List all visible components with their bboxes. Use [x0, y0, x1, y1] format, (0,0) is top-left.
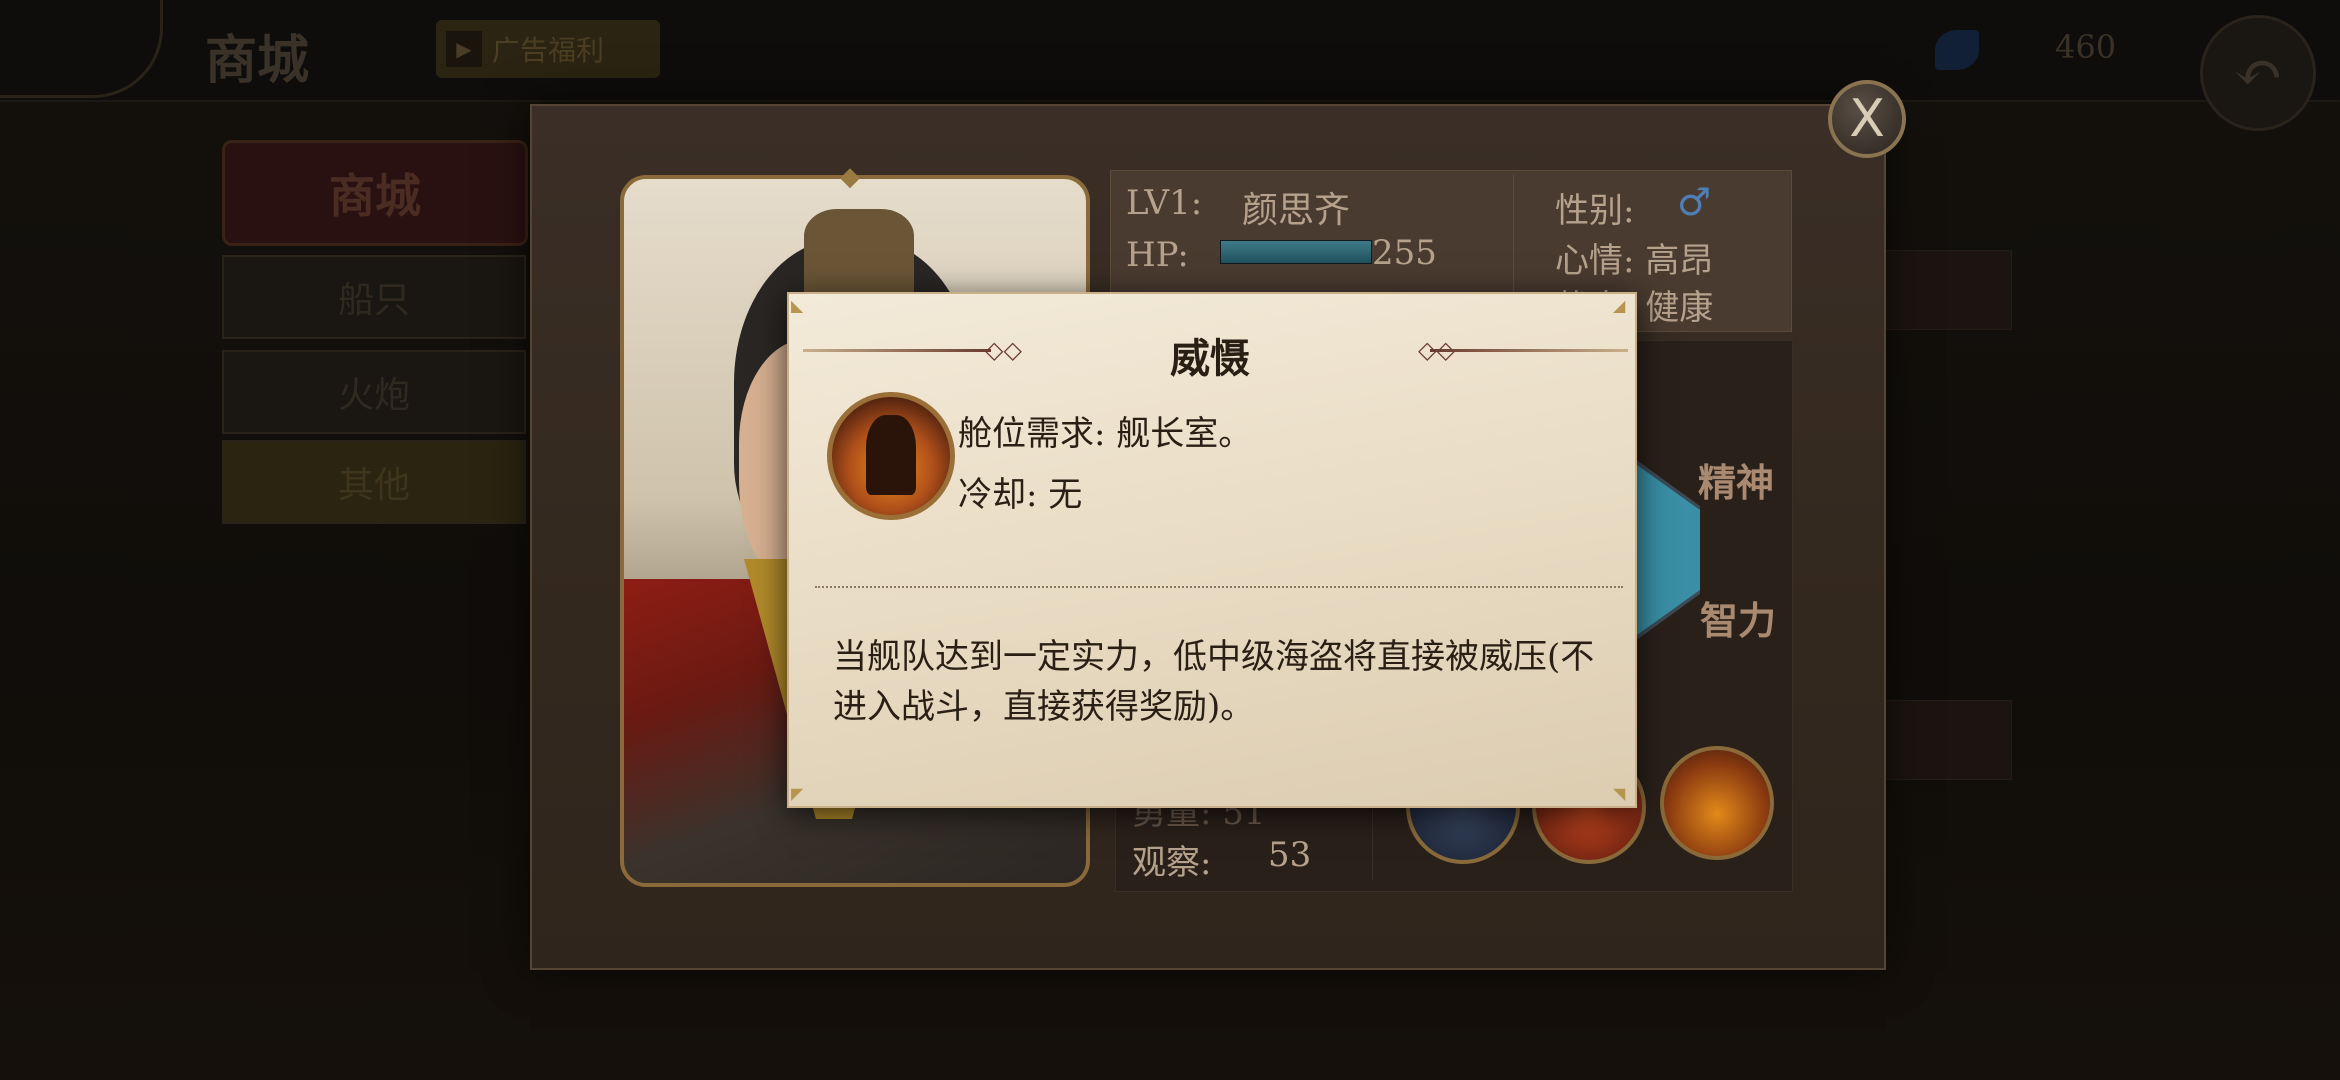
male-icon: ♂: [1677, 180, 1712, 224]
skill-title: 威慑: [1170, 335, 1250, 382]
skill-description: 当舰队达到一定实力，低中级海盗将直接被威压(不进入战斗，直接获得奖励)。: [833, 637, 1595, 727]
mood-label: 心情: 高昂: [1555, 241, 1714, 281]
background-item-strip: [1870, 250, 2012, 330]
side-tab-ships[interactable]: 船只: [222, 255, 526, 339]
gem-count: 460: [2055, 28, 2117, 66]
portrait-ornament-icon: ◆: [840, 162, 860, 192]
skill-icon-figure: [866, 415, 916, 495]
hp-label: HP:: [1126, 235, 1189, 275]
play-icon: ▶: [446, 31, 482, 67]
shop-title: 商城: [205, 30, 310, 91]
stat-divider: [1372, 800, 1373, 880]
side-tab-other[interactable]: 其他: [222, 440, 526, 524]
character-name: 颜思齐: [1242, 190, 1351, 231]
corner-ornament-icon: ◤: [791, 784, 804, 803]
stat-label-spirit: 精神: [1698, 460, 1775, 505]
hp-bar: [1220, 240, 1372, 264]
hp-value: 255: [1372, 233, 1437, 273]
skill-requirement: 舱位需求: 舰长室。: [958, 414, 1253, 454]
skill-deterrence-icon: [827, 392, 955, 520]
corner-ornament-icon: ◥: [1613, 784, 1626, 803]
popup-divider: [815, 586, 1623, 588]
top-bar: [0, 0, 2340, 102]
ad-reward-button[interactable]: ▶ 广告福利: [436, 20, 660, 78]
side-tab-cannons[interactable]: 火炮: [222, 350, 526, 434]
skill-slot-3-icon[interactable]: [1660, 746, 1774, 860]
back-button[interactable]: ↶: [2200, 15, 2316, 131]
observe-value: 53: [1268, 835, 1312, 875]
level-label: LV1:: [1126, 183, 1203, 223]
close-button[interactable]: X: [1828, 80, 1906, 158]
observe-label: 观察:: [1132, 843, 1212, 883]
back-arrow-icon: ↶: [2232, 38, 2284, 108]
skill-cooldown: 冷却: 无: [958, 475, 1083, 515]
side-header-shop[interactable]: 商城: [222, 140, 528, 246]
hp-bar-fill: [1221, 241, 1371, 263]
portrait-headpiece: [804, 209, 914, 299]
gem-icon: [1935, 30, 1979, 70]
gender-label: 性别:: [1555, 191, 1635, 231]
corner-ornament-icon: ◢: [1613, 296, 1626, 315]
background-item-strip: [1870, 700, 2012, 780]
close-icon: X: [1849, 89, 1885, 149]
corner-ornament-icon: ◣: [791, 296, 804, 315]
stat-label-intellect: 智力: [1700, 598, 1777, 643]
ad-reward-label: 广告福利: [492, 34, 605, 67]
title-ornament-right: [1430, 349, 1628, 352]
